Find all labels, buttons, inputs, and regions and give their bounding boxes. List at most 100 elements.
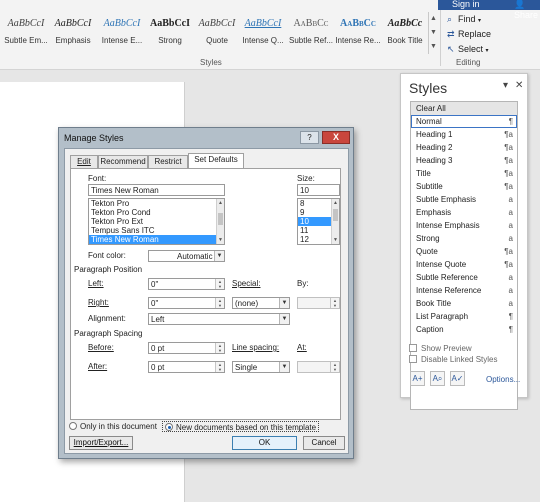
chevron-down-icon[interactable]: ▼ [279, 298, 289, 308]
style-item-strong[interactable]: Strong a [411, 232, 517, 245]
font-input[interactable]: Times New Roman [88, 184, 225, 196]
manage-styles-button[interactable]: A✓ [450, 371, 465, 386]
new-style-button[interactable]: A+ [410, 371, 425, 386]
style-item-heading-2[interactable]: Heading 2 ¶a [411, 141, 517, 154]
chevron-down-icon[interactable]: ▼ [331, 367, 339, 372]
gallery-scrollbar[interactable]: ▲ ▼ ▼ [428, 12, 438, 54]
style-item-caption[interactable]: Caption ¶ [411, 323, 517, 336]
style-item-normal[interactable]: Normal ¶ [411, 115, 517, 128]
special-dropdown[interactable]: (none) ▼ [232, 297, 290, 309]
font-list-scrollbar[interactable]: ▲ ▼ [216, 199, 224, 244]
gallery-style-intense-emphasis[interactable]: AaBbCcI Intense E... [99, 12, 145, 54]
alignment-dropdown[interactable]: Left ▼ [148, 313, 290, 325]
gallery-style-subtle-emphasis[interactable]: AaBbCcI Subtle Em... [3, 12, 49, 54]
style-item-intense-reference[interactable]: Intense Reference a [411, 284, 517, 297]
style-item-intense-quote[interactable]: Intense Quote ¶a [411, 258, 517, 271]
spin-buttons[interactable]: ▲ ▼ [330, 362, 339, 372]
style-item-subtle-reference[interactable]: Subtle Reference a [411, 271, 517, 284]
style-item-intense-emphasis[interactable]: Intense Emphasis a [411, 219, 517, 232]
chevron-down-icon[interactable]: ▼ [217, 236, 224, 244]
gallery-style-emphasis[interactable]: AaBbCcI Emphasis [50, 12, 96, 54]
at-input[interactable]: ▲ ▼ [297, 361, 340, 373]
close-icon[interactable]: ✕ [515, 80, 523, 91]
line-spacing-dropdown[interactable]: Single ▼ [232, 361, 290, 373]
right-indent-input[interactable]: 0" ▲ ▼ [148, 297, 225, 309]
list-item[interactable]: Tekton Pro Cond [89, 208, 224, 217]
chevron-down-icon[interactable]: ▼ [216, 284, 224, 289]
list-item[interactable]: Tekton Pro [89, 199, 224, 208]
gallery-style-subtle-reference[interactable]: AaBbCc Subtle Ref... [288, 12, 334, 54]
chevron-down-icon[interactable]: ▼ [332, 236, 339, 244]
tab-set-defaults[interactable]: Set Defaults [188, 153, 244, 169]
by-input[interactable]: ▲ ▼ [297, 297, 340, 309]
options-link[interactable]: Options... [486, 375, 520, 384]
spin-buttons[interactable]: ▲ ▼ [215, 298, 224, 308]
spin-buttons[interactable]: ▲ ▼ [215, 362, 224, 372]
spin-buttons[interactable]: ▲ ▼ [330, 298, 339, 308]
cancel-button[interactable]: Cancel [303, 436, 345, 450]
close-button[interactable]: X [322, 131, 350, 144]
style-item-heading-3[interactable]: Heading 3 ¶a [411, 154, 517, 167]
find-button[interactable]: ⌕ Find ▾ [447, 13, 481, 26]
import-export-button[interactable]: Import/Export... [69, 436, 133, 450]
font-list[interactable]: Tekton Pro Tekton Pro Cond Tekton Pro Ex… [88, 198, 225, 245]
tab-restrict[interactable]: Restrict [148, 155, 188, 168]
help-button[interactable]: ? [300, 131, 319, 144]
chevron-down-icon[interactable]: ▼ [216, 348, 224, 353]
more-styles-icon[interactable]: ▼ [429, 40, 438, 54]
list-item[interactable]: Tempus Sans ITC [89, 226, 224, 235]
only-this-document-radio[interactable]: Only in this document [69, 421, 157, 432]
gallery-style-intense-reference[interactable]: AaBbCc Intense Re... [335, 12, 381, 54]
style-type-icon: ¶a [504, 247, 513, 256]
scroll-thumb[interactable] [218, 213, 223, 225]
scroll-thumb[interactable] [333, 209, 338, 221]
replace-button[interactable]: ⇄ Replace [447, 28, 491, 41]
ok-button[interactable]: OK [232, 436, 297, 450]
gallery-style-intense-quote[interactable]: AaBbCcI Intense Q... [240, 12, 286, 54]
after-value: 0 pt [151, 363, 165, 372]
style-item-subtitle[interactable]: Subtitle ¶a [411, 180, 517, 193]
chevron-down-icon[interactable]: ▼ [216, 303, 224, 308]
spin-buttons[interactable]: ▲ ▼ [215, 343, 224, 353]
style-inspector-button[interactable]: A⌕ [430, 371, 445, 386]
style-item-subtle-emphasis[interactable]: Subtle Emphasis a [411, 193, 517, 206]
after-input[interactable]: 0 pt ▲ ▼ [148, 361, 225, 373]
style-item-heading-1[interactable]: Heading 1 ¶a [411, 128, 517, 141]
chevron-up-icon[interactable]: ▲ [217, 199, 224, 207]
disable-linked-styles-checkbox[interactable]: Disable Linked Styles [409, 354, 497, 366]
size-list[interactable]: 8 9 10 11 12 ▲ ▼ [297, 198, 340, 245]
before-input[interactable]: 0 pt ▲ ▼ [148, 342, 225, 354]
tab-recommend[interactable]: Recommend [98, 155, 148, 168]
chevron-down-icon[interactable]: ▼ [279, 362, 289, 372]
style-item-title[interactable]: Title ¶a [411, 167, 517, 180]
spin-buttons[interactable]: ▲ ▼ [215, 279, 224, 289]
style-type-icon: a [508, 195, 513, 204]
chevron-down-icon[interactable]: ▾ [503, 80, 508, 91]
chevron-down-icon[interactable]: ▼ [331, 303, 339, 308]
list-item[interactable]: Tekton Pro Ext [89, 217, 224, 226]
chevron-down-icon[interactable]: ▼ [216, 367, 224, 372]
sign-in-link[interactable]: Sign in [452, 0, 480, 9]
style-item-clear-all[interactable]: Clear All [411, 102, 517, 115]
gallery-style-strong[interactable]: AaBbCcI Strong [147, 12, 193, 54]
size-list-scrollbar[interactable]: ▲ ▼ [331, 199, 339, 244]
font-color-dropdown[interactable]: Automatic ▼ [148, 250, 225, 262]
gallery-style-book-title[interactable]: AaBbCc Book Title [382, 12, 428, 54]
select-button[interactable]: ↖ Select ▾ [447, 43, 489, 56]
chevron-up-icon[interactable]: ▲ [429, 12, 438, 26]
chevron-down-icon[interactable]: ▼ [429, 26, 438, 40]
left-indent-input[interactable]: 0" ▲ ▼ [148, 278, 225, 290]
style-item-emphasis[interactable]: Emphasis a [411, 206, 517, 219]
chevron-up-icon[interactable]: ▲ [332, 199, 339, 207]
size-input[interactable]: 10 [297, 184, 340, 196]
style-item-quote[interactable]: Quote ¶a [411, 245, 517, 258]
chevron-down-icon[interactable]: ▼ [214, 251, 224, 261]
style-item-list-paragraph[interactable]: List Paragraph ¶ [411, 310, 517, 323]
tab-edit[interactable]: Edit [70, 155, 98, 168]
chevron-down-icon[interactable]: ▼ [279, 314, 289, 324]
list-item-selected[interactable]: Times New Roman [89, 235, 224, 244]
new-documents-radio[interactable]: New documents based on this template [162, 421, 320, 432]
style-item-book-title[interactable]: Book Title a [411, 297, 517, 310]
share-button[interactable]: 👤Share [514, 0, 540, 20]
gallery-style-quote[interactable]: AaBbCcI Quote [194, 12, 240, 54]
